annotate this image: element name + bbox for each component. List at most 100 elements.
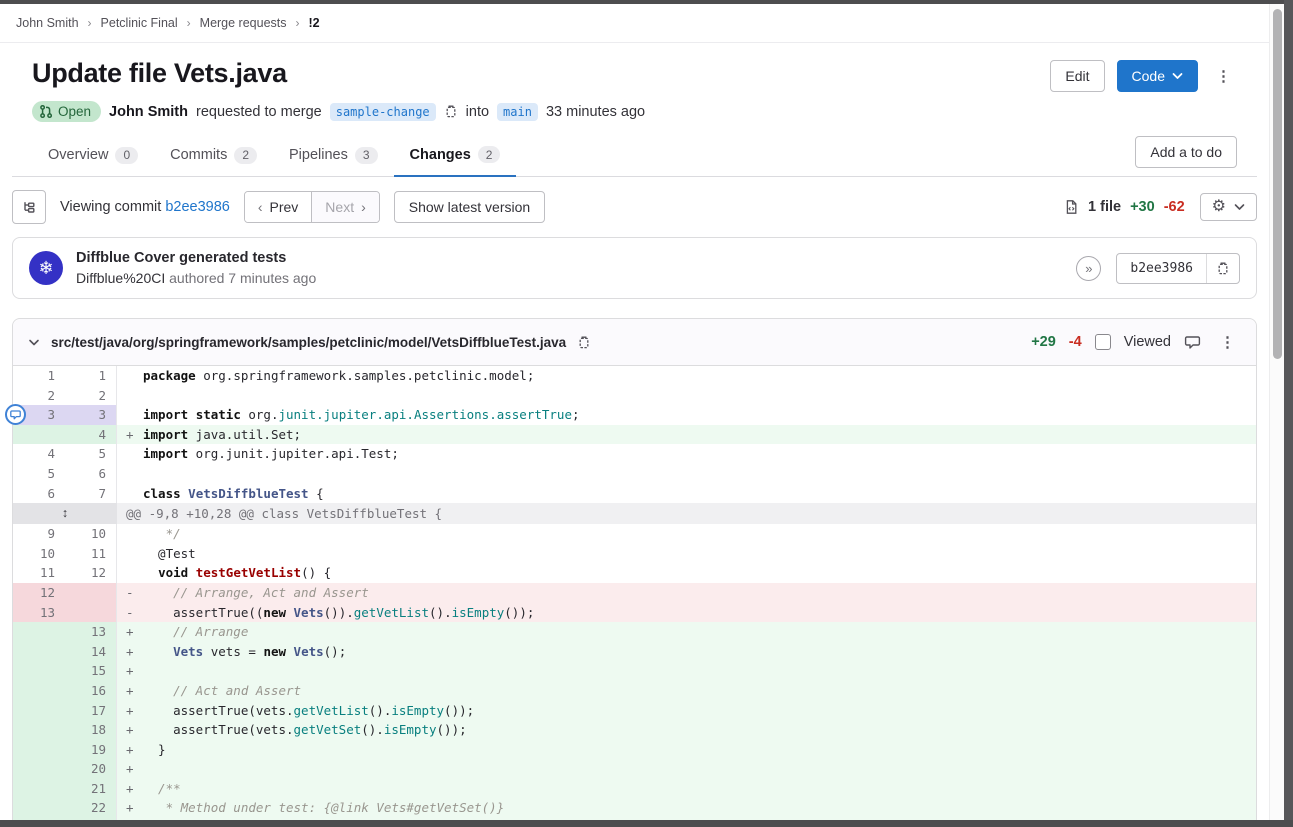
copy-file-path-button[interactable]: [577, 335, 591, 350]
new-line-number[interactable]: 22: [65, 798, 117, 818]
window-frame-right: [1284, 0, 1293, 827]
breadcrumb-separator: ›: [187, 16, 191, 30]
tab-overview[interactable]: Overview 0: [32, 134, 154, 176]
new-line-number[interactable]: 16: [65, 681, 117, 701]
file-tree-toggle-button[interactable]: [12, 190, 46, 224]
show-latest-version-button[interactable]: Show latest version: [394, 191, 545, 223]
scrollbar-thumb[interactable]: [1273, 9, 1282, 359]
viewed-checkbox[interactable]: [1095, 334, 1111, 350]
tab-count-badge: 2: [234, 147, 257, 164]
new-line-number[interactable]: 17: [65, 701, 117, 721]
diff-line-row: 1112 void testGetVetList() {: [13, 563, 1256, 583]
commit-card: ❄ Diffblue Cover generated tests Diffblu…: [12, 237, 1257, 299]
target-branch-badge[interactable]: main: [497, 103, 538, 121]
new-line-number[interactable]: 14: [65, 642, 117, 662]
new-line-number[interactable]: 15: [65, 661, 117, 681]
new-line-number[interactable]: 3: [65, 405, 117, 425]
diff-line-code: [143, 386, 1256, 406]
old-line-number[interactable]: 2: [13, 386, 65, 406]
copy-sha-button[interactable]: [1206, 254, 1239, 283]
old-line-number[interactable]: 1: [13, 366, 65, 386]
old-line-number[interactable]: 12: [13, 583, 65, 603]
file-path[interactable]: src/test/java/org/springframework/sample…: [51, 335, 566, 350]
diff-line-code: assertTrue(vets.getVetList().isEmpty());: [143, 701, 1256, 721]
avatar[interactable]: ❄: [29, 251, 63, 285]
file-tree-icon: [21, 199, 37, 215]
prev-commit-button[interactable]: ‹ Prev: [245, 192, 312, 222]
requested-text: requested to merge: [196, 104, 322, 120]
commit-authored-time: authored 7 minutes ago: [169, 270, 316, 286]
new-line-number[interactable]: 11: [65, 544, 117, 564]
old-line-number[interactable]: [13, 701, 65, 721]
diff-settings-button[interactable]: ⚙: [1200, 193, 1257, 221]
new-line-number[interactable]: [65, 583, 117, 603]
old-line-number[interactable]: [13, 642, 65, 662]
breadcrumb-item-user[interactable]: John Smith: [16, 16, 79, 30]
new-line-number[interactable]: 12: [65, 563, 117, 583]
diff-line-row: 20+: [13, 759, 1256, 779]
diff-line-sign: [117, 405, 143, 425]
edit-button[interactable]: Edit: [1050, 60, 1104, 92]
new-line-number[interactable]: 18: [65, 720, 117, 740]
old-line-number[interactable]: [13, 720, 65, 740]
add-todo-button[interactable]: Add a to do: [1135, 136, 1237, 168]
tab-pipelines[interactable]: Pipelines 3: [273, 134, 394, 176]
old-line-number[interactable]: 11: [13, 563, 65, 583]
new-line-number[interactable]: 13: [65, 622, 117, 642]
viewing-commit-sha-link[interactable]: b2ee3986: [165, 199, 230, 215]
old-line-number[interactable]: [13, 681, 65, 701]
old-line-number[interactable]: [13, 779, 65, 799]
old-line-number[interactable]: [13, 622, 65, 642]
old-line-number[interactable]: [13, 740, 65, 760]
file-icon: [1064, 199, 1079, 215]
tab-label: Overview: [48, 147, 108, 163]
next-commit-button[interactable]: Next ›: [312, 192, 378, 222]
more-options-icon[interactable]: ⋮: [1210, 63, 1237, 89]
expand-lines-button[interactable]: ↕: [13, 503, 117, 524]
breadcrumb-item-project[interactable]: Petclinic Final: [101, 16, 178, 30]
browse-commit-button[interactable]: »: [1076, 256, 1101, 281]
commit-title[interactable]: Diffblue Cover generated tests: [76, 250, 316, 266]
new-line-number[interactable]: 1: [65, 366, 117, 386]
old-line-number[interactable]: [13, 798, 65, 818]
page-scrollbar[interactable]: [1269, 4, 1284, 820]
diff-table: 11package org.springframework.samples.pe…: [13, 366, 1256, 820]
comment-icon[interactable]: [1184, 334, 1201, 350]
old-line-number[interactable]: [13, 759, 65, 779]
new-line-number[interactable]: [65, 603, 117, 623]
diff-line-sign: [117, 544, 143, 564]
source-branch-badge[interactable]: sample-change: [330, 103, 436, 121]
code-button[interactable]: Code: [1117, 60, 1198, 92]
breadcrumb: John Smith › Petclinic Final › Merge req…: [0, 4, 1269, 43]
tab-commits[interactable]: Commits 2: [154, 134, 273, 176]
new-line-number[interactable]: 6: [65, 464, 117, 484]
mr-author[interactable]: John Smith: [109, 104, 188, 120]
new-line-number[interactable]: 5: [65, 444, 117, 464]
commit-author[interactable]: Diffblue%20CI: [76, 270, 165, 286]
new-line-number[interactable]: 20: [65, 759, 117, 779]
new-line-number[interactable]: 4: [65, 425, 117, 445]
diff-line-row: 13+ // Arrange: [13, 622, 1256, 642]
copy-branch-icon[interactable]: [444, 104, 458, 119]
old-line-number[interactable]: 13: [13, 603, 65, 623]
old-line-number[interactable]: 10: [13, 544, 65, 564]
old-line-number[interactable]: 4: [13, 444, 65, 464]
new-line-number[interactable]: 10: [65, 524, 117, 544]
new-line-number[interactable]: 7: [65, 484, 117, 504]
old-line-number[interactable]: [13, 425, 65, 445]
new-line-number[interactable]: 21: [65, 779, 117, 799]
old-line-number[interactable]: 5: [13, 464, 65, 484]
old-line-number[interactable]: 9: [13, 524, 65, 544]
old-line-number[interactable]: 6: [13, 484, 65, 504]
new-line-number[interactable]: 2: [65, 386, 117, 406]
diff-line-code: import static org.junit.jupiter.api.Asse…: [143, 405, 1256, 425]
old-line-number[interactable]: [13, 661, 65, 681]
breadcrumb-item-merge-requests[interactable]: Merge requests: [200, 16, 287, 30]
new-line-number[interactable]: 19: [65, 740, 117, 760]
tab-changes[interactable]: Changes 2: [394, 134, 517, 177]
collapse-file-chevron-icon[interactable]: [28, 338, 40, 347]
diff-line-sign: -: [117, 603, 143, 623]
file-options-icon[interactable]: ⋮: [1214, 329, 1241, 355]
diff-line-sign: +: [117, 798, 143, 818]
files-changed-count: 1 file: [1088, 199, 1121, 215]
